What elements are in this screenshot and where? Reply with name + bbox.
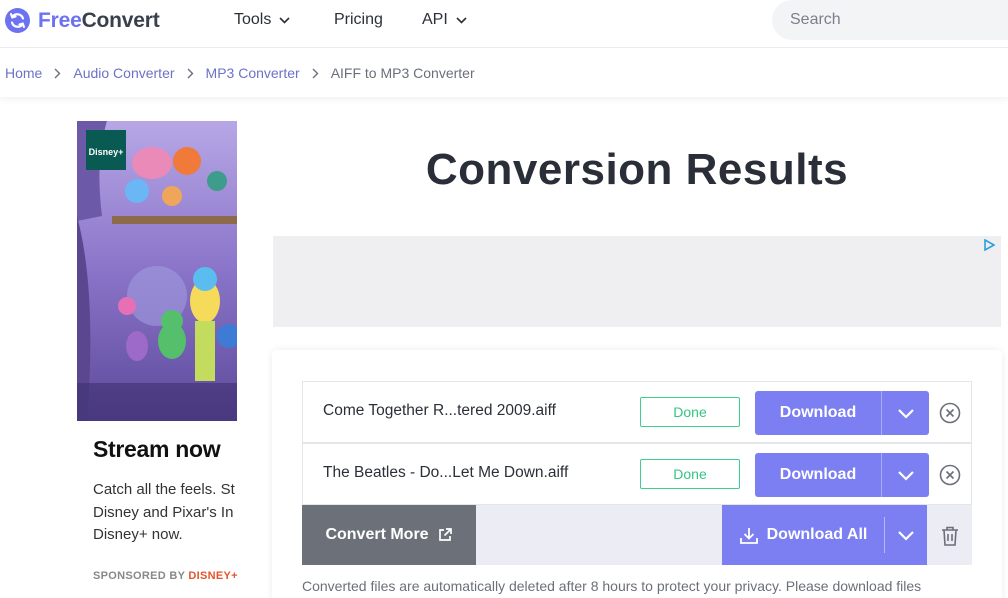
nav-pricing[interactable]: Pricing — [334, 10, 383, 30]
file-row: Come Together R...tered 2009.aiff Done D… — [302, 381, 972, 443]
nav-tools[interactable]: Tools — [234, 10, 290, 30]
download-button[interactable]: Download — [755, 453, 929, 497]
remove-circle-icon[interactable] — [939, 402, 961, 424]
chevron-right-icon — [187, 68, 194, 79]
download-label[interactable]: Download — [755, 466, 881, 484]
download-all-button[interactable]: Download All — [722, 505, 927, 565]
external-link-icon — [438, 528, 452, 541]
logo[interactable]: FreeConvert — [5, 8, 160, 33]
action-bar: Convert More Download All — [302, 505, 972, 565]
ad-title[interactable]: Stream now — [93, 436, 221, 463]
convert-more-label[interactable]: Convert More — [325, 526, 428, 544]
chevron-down-icon — [897, 408, 914, 419]
ad-sponsor: SPONSORED BY DISNEY+ — [93, 570, 238, 582]
ad-image[interactable]: Disney+ — [77, 121, 237, 421]
adchoices-icon[interactable] — [983, 239, 995, 251]
breadcrumb-mp3-converter[interactable]: MP3 Converter — [206, 65, 300, 81]
logo-sync-icon — [5, 8, 30, 33]
privacy-note: Converted files are automatically delete… — [302, 578, 922, 594]
download-label[interactable]: Download — [755, 404, 881, 422]
logo-text: FreeConvert — [38, 8, 160, 32]
breadcrumb-home[interactable]: Home — [5, 65, 42, 81]
file-name: The Beatles - Do...Let Me Down.aiff — [323, 464, 569, 481]
breadcrumb: Home Audio Converter MP3 Converter AIFF … — [5, 65, 475, 81]
remove-circle-icon[interactable] — [939, 464, 961, 486]
chevron-right-icon — [54, 68, 61, 79]
chevron-down-icon — [456, 16, 467, 24]
page-title: Conversion Results — [425, 145, 849, 194]
site-header: FreeConvert Tools Pricing API — [0, 0, 1008, 48]
download-options-toggle[interactable] — [882, 408, 929, 419]
file-row: The Beatles - Do...Let Me Down.aiff Done… — [302, 443, 972, 505]
download-all-options-toggle[interactable] — [885, 530, 927, 541]
breadcrumb-bar: Home Audio Converter MP3 Converter AIFF … — [0, 49, 1008, 97]
ad-banner[interactable] — [273, 236, 1001, 327]
convert-more-button[interactable]: Convert More — [302, 505, 476, 565]
status-badge: Done — [640, 397, 740, 427]
breadcrumb-current: AIFF to MP3 Converter — [330, 65, 475, 81]
chevron-down-icon — [897, 470, 914, 481]
search-input[interactable] — [790, 11, 990, 29]
ad-body[interactable]: Catch all the feels. St Disney and Pixar… — [93, 479, 237, 547]
trash-icon[interactable] — [940, 525, 960, 547]
breadcrumb-audio-converter[interactable]: Audio Converter — [73, 65, 174, 81]
chevron-down-icon — [898, 530, 914, 541]
download-icon — [739, 527, 758, 544]
svg-text:Disney+: Disney+ — [89, 147, 124, 157]
file-name: Come Together R...tered 2009.aiff — [323, 402, 556, 419]
download-all-main[interactable]: Download All — [722, 526, 884, 545]
download-button[interactable]: Download — [755, 391, 929, 435]
search-box — [772, 0, 1008, 40]
status-badge: Done — [640, 459, 740, 489]
download-options-toggle[interactable] — [882, 470, 929, 481]
nav-api[interactable]: API — [422, 10, 467, 30]
chevron-down-icon — [279, 16, 290, 24]
chevron-right-icon — [312, 68, 319, 79]
